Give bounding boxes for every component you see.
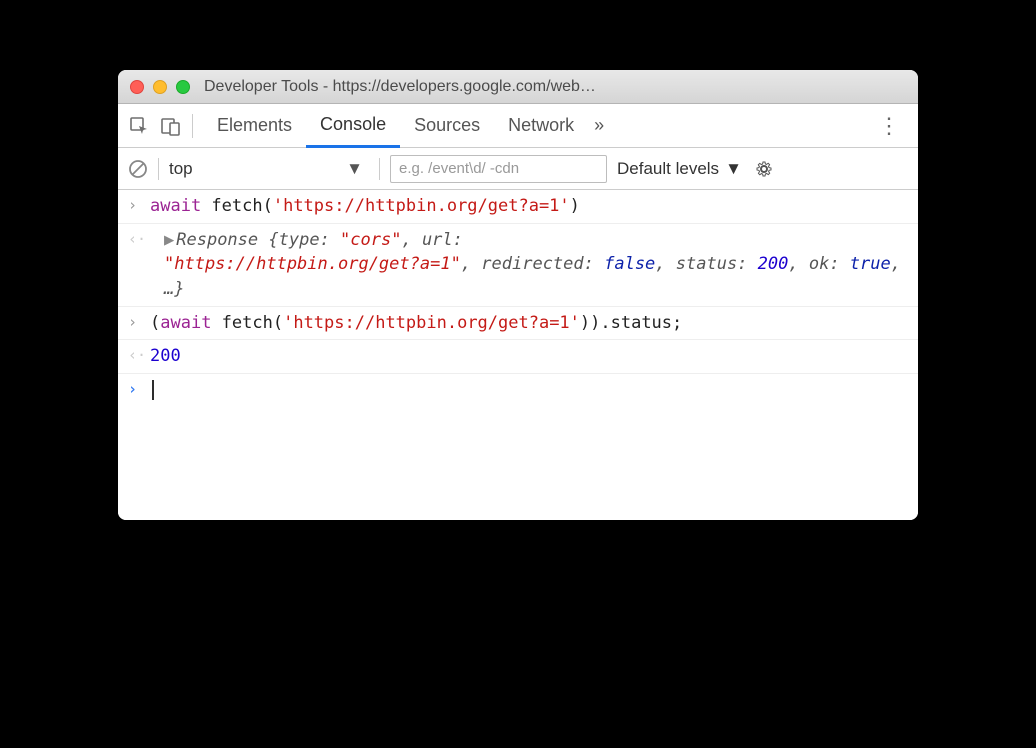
kebab-menu-icon[interactable]: ⋮ — [870, 113, 908, 139]
console-input-row: › await fetch('https://httpbin.org/get?a… — [118, 190, 918, 224]
response-object[interactable]: ▶Response {type: "cors", url: "https://h… — [150, 228, 908, 302]
input-chevron-icon: › — [128, 311, 150, 331]
output-chevron-icon: ‹· — [128, 228, 150, 248]
tab-list: Elements Console Sources Network » — [203, 104, 870, 147]
clear-console-icon[interactable] — [128, 159, 148, 179]
minimize-icon[interactable] — [153, 80, 167, 94]
chevron-down-icon: ▼ — [346, 159, 363, 179]
text-cursor — [152, 380, 154, 400]
keyword-await: await — [150, 196, 201, 216]
console-code: await fetch('https://httpbin.org/get?a=1… — [150, 194, 908, 219]
console-input-row: › (await fetch('https://httpbin.org/get?… — [118, 307, 918, 341]
output-chevron-icon: ‹· — [128, 344, 150, 364]
chevron-down-icon: ▼ — [725, 159, 742, 179]
more-tabs-icon[interactable]: » — [588, 104, 610, 147]
tab-network[interactable]: Network — [494, 104, 588, 147]
string-literal: 'https://httpbin.org/get?a=1' — [273, 196, 570, 216]
divider — [192, 114, 193, 138]
console-prompt-row[interactable]: › — [118, 374, 918, 407]
log-levels-selector[interactable]: Default levels ▼ — [617, 159, 742, 179]
tab-console[interactable]: Console — [306, 104, 400, 148]
execution-context-selector[interactable]: top ▼ — [169, 159, 369, 179]
tab-sources[interactable]: Sources — [400, 104, 494, 147]
divider — [379, 158, 380, 180]
tab-elements[interactable]: Elements — [203, 104, 306, 147]
divider — [158, 158, 159, 180]
expand-triangle-icon[interactable]: ▶ — [164, 230, 174, 250]
string-literal: 'https://httpbin.org/get?a=1' — [283, 313, 580, 333]
console-toolbar: top ▼ Default levels ▼ — [118, 148, 918, 190]
console-code: (await fetch('https://httpbin.org/get?a=… — [150, 311, 908, 336]
maximize-icon[interactable] — [176, 80, 190, 94]
console-output-row: ‹· ▶Response {type: "cors", url: "https:… — [118, 224, 918, 307]
console-prompt[interactable] — [150, 378, 908, 403]
levels-label: Default levels — [617, 159, 719, 179]
inspect-element-icon[interactable] — [128, 116, 150, 136]
input-chevron-icon: › — [128, 194, 150, 214]
tab-bar: Elements Console Sources Network » ⋮ — [118, 104, 918, 148]
prompt-chevron-icon: › — [128, 378, 150, 398]
console-output-row: ‹· 200 — [118, 340, 918, 374]
settings-gear-icon[interactable] — [752, 159, 776, 179]
console-value: 200 — [150, 344, 908, 369]
keyword-await: await — [160, 313, 211, 333]
window-title: Developer Tools - https://developers.goo… — [204, 78, 906, 96]
filter-input[interactable] — [390, 155, 607, 183]
devtools-window: Developer Tools - https://developers.goo… — [118, 70, 918, 520]
traffic-lights — [130, 80, 190, 94]
close-icon[interactable] — [130, 80, 144, 94]
console-output[interactable]: › await fetch('https://httpbin.org/get?a… — [118, 190, 918, 520]
scope-label: top — [169, 159, 193, 179]
titlebar[interactable]: Developer Tools - https://developers.goo… — [118, 70, 918, 104]
device-toolbar-icon[interactable] — [160, 116, 182, 136]
